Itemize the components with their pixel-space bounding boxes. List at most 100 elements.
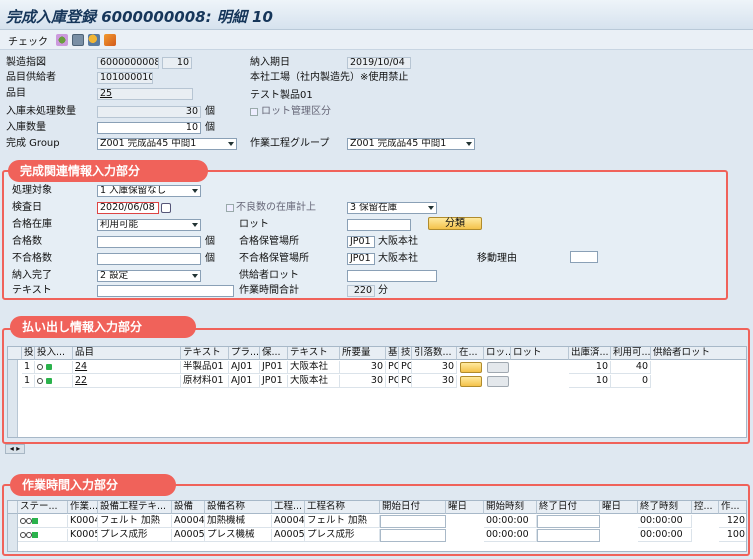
col-header[interactable]: 終了日付 [537,501,600,514]
status-lights-icon [35,361,73,374]
pass-stock-select[interactable]: 利用可能 [97,219,201,231]
check-button[interactable]: チェック [8,33,48,48]
process-select[interactable]: 1 入庫保留なし [97,185,201,197]
col-header[interactable]: 開始時刻 [484,501,537,514]
col-header[interactable]: 作業... [68,501,98,514]
col-header[interactable]: 基 [386,347,399,360]
col-header[interactable]: プラ... [229,347,260,360]
table-cell[interactable]: 100 [719,529,746,542]
table-cell[interactable]: 120 [719,515,746,528]
col-header[interactable]: 所要量 [340,347,386,360]
start-date-field[interactable] [380,515,446,528]
user-icon[interactable] [88,34,100,46]
col-header[interactable]: 設備工程テキ... [98,501,172,514]
col-header[interactable]: 曜日 [446,501,484,514]
plant-text: 本社工場（社内製造先）※使用禁止 [250,72,409,83]
table-cell: 30 [340,361,386,374]
col-header[interactable]: テキスト [288,347,340,360]
col-header[interactable]: テキスト [181,347,229,360]
col-header[interactable]: 曜日 [600,501,638,514]
receipt-qty-field[interactable]: 10 [97,122,201,134]
horizontal-scrollbar[interactable]: ◂ ▸ [5,444,25,454]
supplier-lot-field[interactable] [347,270,437,282]
col-header[interactable]: 工程... [272,501,305,514]
table-cell: 0 [611,375,651,388]
unprocessed-field: 30 [97,106,201,118]
completion-group-select[interactable]: Z001 完成品45 中間1 [97,138,237,150]
chevron-down-icon [428,206,434,210]
delivery-done-select[interactable]: 2 設定 [97,270,201,282]
col-header[interactable]: 品目 [73,347,181,360]
stock-icon[interactable] [460,362,482,373]
col-header[interactable]: 引落数... [412,347,457,360]
calendar-icon[interactable] [161,203,171,213]
fail-loc-field[interactable]: JP01 [347,253,375,265]
status-lights-icon [35,375,73,388]
col-header[interactable] [8,501,18,514]
unprocessed-unit: 個 [205,106,215,117]
classify-button[interactable]: 分類 [428,217,482,230]
col-header[interactable]: 投入... [35,347,73,360]
col-header[interactable]: 終了時刻 [638,501,692,514]
material-field[interactable]: 25 [97,88,193,100]
table-cell[interactable]: 00:00:00 [484,529,537,542]
table-icon[interactable] [72,34,84,46]
row-selector-column[interactable] [8,360,18,437]
defect-checkbox[interactable] [226,204,234,212]
table-cell[interactable]: 30 [412,361,457,374]
table-cell[interactable]: 00:00:00 [638,515,692,528]
table-cell: A0004 [172,515,205,528]
end-date-field[interactable] [537,529,600,542]
stock-type-select[interactable]: 3 保留在庫 [347,202,437,214]
chevron-down-icon [192,274,198,278]
pass-qty-field[interactable] [97,236,201,248]
col-header[interactable]: ロッ... [484,347,511,360]
col-header[interactable]: 控... [692,501,719,514]
table-cell: 30 [340,375,386,388]
inspect-date-field[interactable]: 2020/06/08 [97,202,159,214]
col-header[interactable]: 作... [719,501,746,514]
table-cell: 大阪本社 [288,361,340,374]
col-header[interactable]: ロット [511,347,569,360]
table-cell[interactable]: 00:00:00 [638,529,692,542]
col-header[interactable]: 利用可... [611,347,651,360]
col-header[interactable]: 保... [260,347,288,360]
stock-icon[interactable] [460,376,482,387]
col-header[interactable]: 供給者ロット [651,347,746,360]
col-header[interactable]: 工程名称 [305,501,380,514]
people-icon[interactable] [56,34,68,46]
stack-icon[interactable] [104,34,116,46]
material-label: 品目 [6,88,26,99]
search-icon[interactable] [487,376,509,387]
col-header[interactable]: 開始日付 [380,501,446,514]
row-selector-column[interactable] [8,514,18,551]
move-reason-field[interactable] [570,251,598,263]
chevron-down-icon [466,142,472,146]
col-header[interactable]: 出庫済... [569,347,611,360]
table-cell[interactable]: 30 [412,375,457,388]
col-header[interactable] [8,347,22,360]
work-group-select[interactable]: Z001 完成品45 中間1 [347,138,475,150]
col-header[interactable]: ステー... [18,501,68,514]
fail-loc-label: 不合格保管場所 [239,253,309,264]
end-date-field[interactable] [537,515,600,528]
pass-loc-field[interactable]: JP01 [347,236,375,248]
start-date-field[interactable] [380,529,446,542]
col-header[interactable]: 設備 [172,501,205,514]
search-icon[interactable] [487,362,509,373]
table-cell: 半製品01 [181,361,229,374]
col-header[interactable]: 在... [457,347,484,360]
text-field[interactable] [97,285,234,297]
table-cell[interactable]: 24 [73,361,181,374]
table-cell[interactable]: 00:00:00 [484,515,537,528]
pass-qty-unit: 個 [205,236,215,247]
col-header[interactable]: 設備名称 [205,501,272,514]
col-header[interactable]: 技 [399,347,412,360]
supplier-field: 101000010 [97,72,153,84]
table-cell[interactable]: 22 [73,375,181,388]
fail-qty-field[interactable] [97,253,201,265]
work-time-table: ステー... 作業... 設備工程テキ... 設備 設備名称 工程... 工程名… [7,500,747,552]
lot-field[interactable] [347,219,411,231]
table-cell: 加熱機械 [205,515,272,528]
col-header[interactable]: 投入... [22,347,35,360]
